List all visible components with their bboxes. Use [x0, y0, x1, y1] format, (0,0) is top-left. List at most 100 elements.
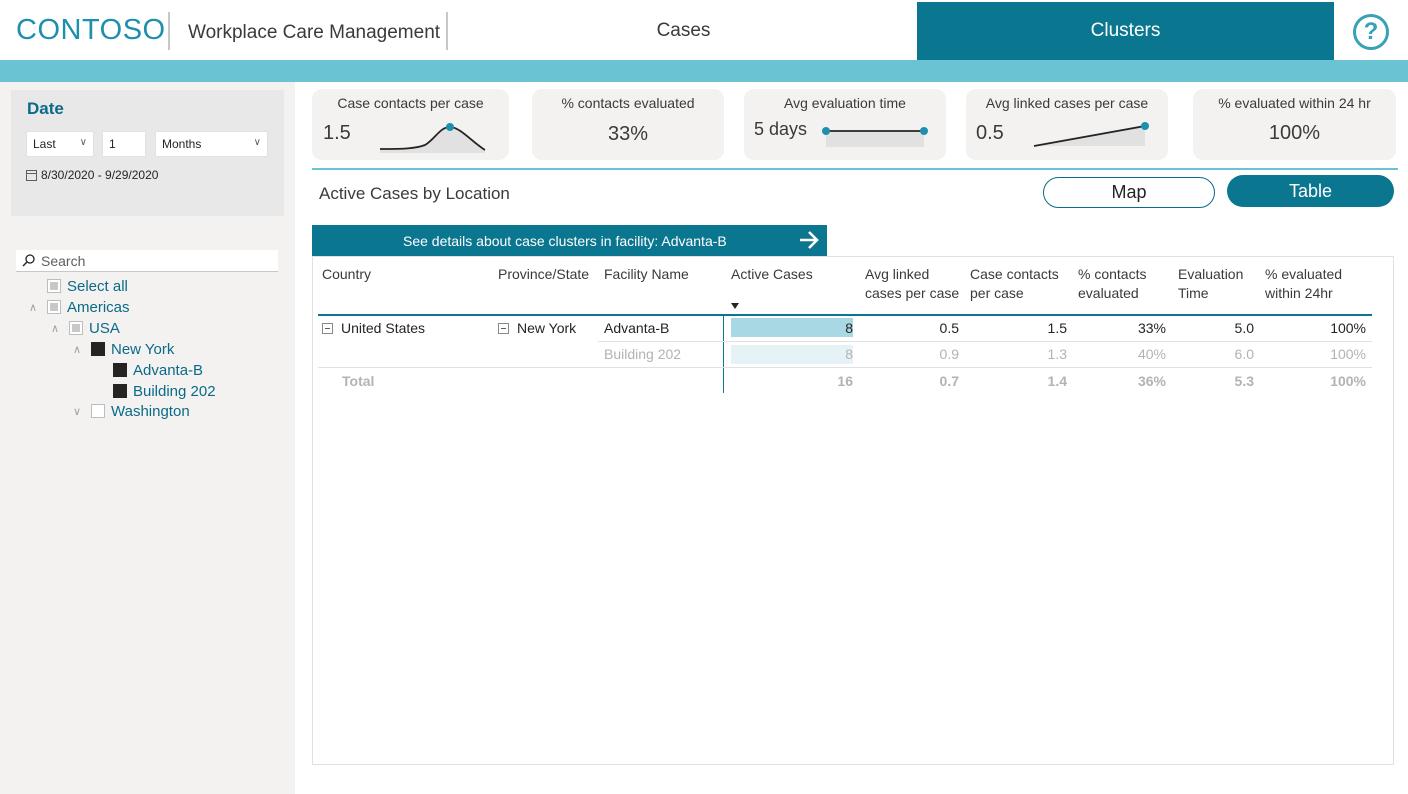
- period-unit-select[interactable]: Months ∨: [155, 131, 268, 157]
- col-header-pct-24hr[interactable]: % evaluated within 24hr: [1265, 265, 1342, 303]
- table-cell-facility[interactable]: Advanta-B: [604, 320, 669, 336]
- map-button[interactable]: Map: [1043, 177, 1215, 208]
- sparkline: [380, 123, 486, 153]
- tree-item-usa[interactable]: ∧ USA: [47, 318, 120, 338]
- table-cell-state[interactable]: New York: [498, 320, 576, 336]
- col-header-province[interactable]: Province/State: [498, 265, 589, 284]
- checkbox[interactable]: [91, 342, 105, 356]
- tree-item-select-all[interactable]: Select all: [25, 276, 128, 296]
- header-text: Country: [322, 266, 372, 282]
- checkbox[interactable]: [113, 384, 127, 398]
- tree-item-label: Advanta-B: [133, 361, 204, 379]
- table-cell-eval-time: 6.0: [1234, 346, 1254, 362]
- header-text: % contacts: [1078, 266, 1147, 282]
- header-text: cases per case: [865, 285, 960, 301]
- search-input[interactable]: Search: [16, 250, 278, 272]
- table-cell-facility[interactable]: Building 202: [604, 346, 681, 362]
- kpi-title: % contacts evaluated: [561, 95, 695, 111]
- col-header-pct-contacts[interactable]: % contacts evaluated: [1078, 265, 1146, 303]
- kpi-avg-evaluation-time: Avg evaluation time 5 days: [744, 89, 946, 160]
- search-icon: [22, 254, 35, 267]
- header-text: within 24hr: [1265, 285, 1333, 301]
- period-count-input[interactable]: 1: [102, 131, 146, 157]
- tree-item-label: Washington: [111, 402, 190, 420]
- search-placeholder: Search: [41, 252, 86, 269]
- table-button[interactable]: Table: [1227, 175, 1394, 207]
- help-icon[interactable]: ?: [1353, 14, 1389, 50]
- collapse-icon[interactable]: [322, 323, 333, 334]
- sort-descending-icon[interactable]: [731, 303, 739, 309]
- total-linked: 0.7: [939, 373, 959, 389]
- arrow-right-icon: [800, 231, 819, 249]
- sparkline: [1033, 122, 1149, 147]
- date-range-text: 8/30/2020 - 9/29/2020: [41, 168, 159, 182]
- details-button[interactable]: See details about case clusters in facil…: [312, 225, 827, 256]
- total-contacts: 1.4: [1047, 373, 1067, 389]
- col-header-avg-linked[interactable]: Avg linked cases per case: [865, 265, 959, 303]
- period-mode-select[interactable]: Last ∨: [26, 131, 94, 157]
- table-cell-pct-24: 100%: [1330, 346, 1366, 362]
- total-label: Total: [342, 373, 375, 389]
- row-rule: [318, 367, 1372, 368]
- table-cell-country[interactable]: United States: [322, 320, 425, 336]
- sparkline: [822, 127, 928, 147]
- section-title: Active Cases by Location: [319, 184, 510, 203]
- tree-item-washington[interactable]: ∨ Washington: [69, 401, 190, 421]
- col-header-evaluation-time[interactable]: Evaluation Time: [1178, 265, 1243, 303]
- row-rule: [598, 341, 1372, 342]
- collapse-icon[interactable]: [498, 323, 509, 334]
- col-header-facility[interactable]: Facility Name: [604, 265, 689, 284]
- kpi-title: % evaluated within 24 hr: [1218, 95, 1371, 111]
- top-header: CONTOSO Workplace Care Management Cases …: [0, 0, 1408, 60]
- col-header-country[interactable]: Country: [322, 265, 371, 284]
- kpi-value: 100%: [1268, 122, 1321, 144]
- chevron-up-icon[interactable]: ∧: [25, 301, 41, 314]
- col-header-active-cases[interactable]: Active Cases: [731, 265, 813, 284]
- checkbox[interactable]: [47, 279, 61, 293]
- kpi-value: 1.5: [323, 122, 351, 144]
- checkbox[interactable]: [91, 404, 105, 418]
- date-slicer-title: Date: [27, 99, 64, 118]
- tree-item-new-york[interactable]: ∧ New York: [69, 339, 174, 359]
- period-mode-value: Last: [33, 137, 56, 151]
- kpi-value: 5 days: [754, 119, 808, 139]
- header-text: % evaluated: [1265, 266, 1343, 282]
- header-text: Case contacts: [970, 266, 1059, 282]
- header-text: Facility Name: [604, 266, 689, 282]
- chevron-up-icon[interactable]: ∧: [69, 343, 85, 356]
- kpi-avg-linked-cases: Avg linked cases per case 0.5: [966, 89, 1168, 160]
- chevron-down-icon[interactable]: ∨: [69, 405, 85, 418]
- header-text: Avg linked: [865, 266, 930, 282]
- tree-item-advanta-b[interactable]: Advanta-B: [91, 360, 203, 380]
- header-text: Time: [1178, 285, 1209, 301]
- kpi-value: 33%: [607, 123, 649, 145]
- table-cell-active: 8: [845, 320, 853, 336]
- checkbox[interactable]: [113, 363, 127, 377]
- table-cell-pct-eval: 40%: [1137, 346, 1166, 362]
- kpi-title: Avg linked cases per case: [985, 95, 1149, 111]
- app-title: Workplace Care Management: [188, 22, 441, 43]
- details-button-label: See details about case clusters in facil…: [403, 232, 727, 249]
- chevron-up-icon[interactable]: ∧: [47, 322, 63, 335]
- table-cell-contacts: 1.3: [1047, 346, 1067, 362]
- checkbox[interactable]: [69, 321, 83, 335]
- calendar-icon: [26, 169, 37, 181]
- total-pct-24: 100%: [1330, 373, 1366, 389]
- table-cell-pct-24: 100%: [1330, 320, 1366, 336]
- cell-text: New York: [517, 320, 577, 336]
- header-text: evaluated: [1078, 285, 1139, 301]
- tab-clusters[interactable]: Clusters: [917, 2, 1334, 60]
- period-count-value: 1: [109, 137, 116, 151]
- tree-item-americas[interactable]: ∧ Americas: [25, 297, 130, 317]
- table-cell-active: 8: [845, 346, 853, 362]
- table-cell-pct-eval: 33%: [1137, 320, 1166, 336]
- checkbox[interactable]: [47, 300, 61, 314]
- table-cell-contacts: 1.5: [1047, 320, 1067, 336]
- table-cell-linked: 0.9: [939, 346, 959, 362]
- col-header-case-contacts[interactable]: Case contacts per case: [970, 265, 1059, 303]
- header-text: Evaluation: [1178, 266, 1244, 282]
- kpi-title: Case contacts per case: [337, 95, 484, 111]
- header-rule: [318, 314, 1372, 316]
- tab-cases[interactable]: Cases: [452, 2, 915, 60]
- tree-item-building-202[interactable]: Building 202: [91, 381, 216, 401]
